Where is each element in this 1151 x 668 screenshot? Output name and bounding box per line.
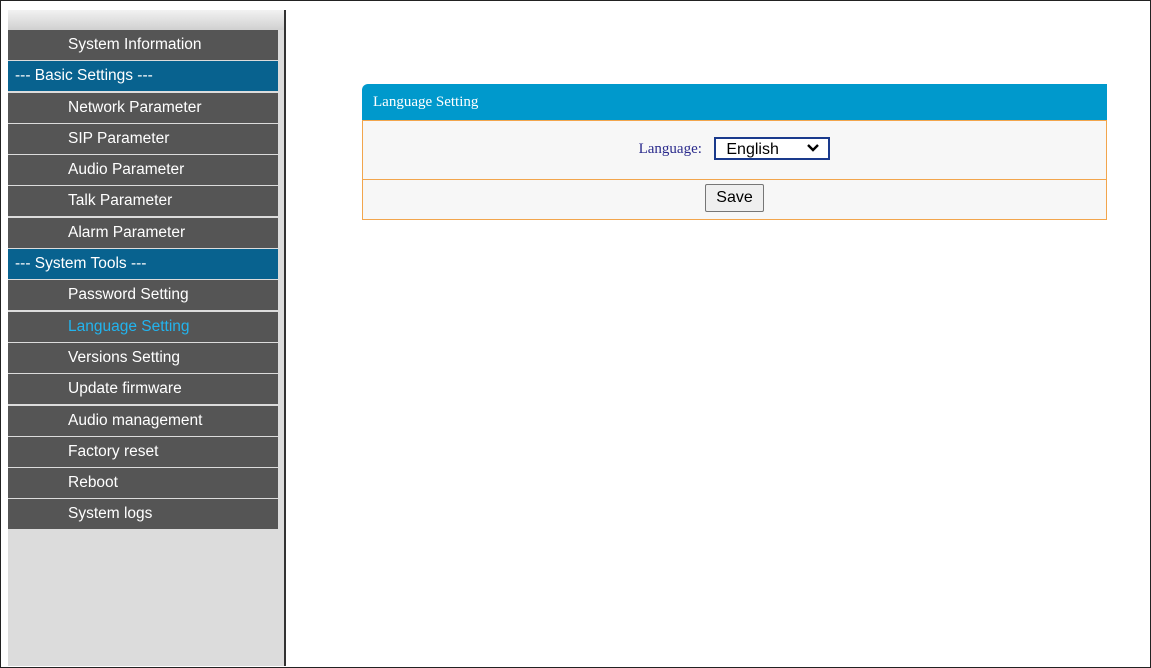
language-row: Language: English (362, 120, 1107, 180)
sidebar-item-factory-reset[interactable]: Factory reset (8, 436, 278, 467)
sidebar-header-basic-settings: --- Basic Settings --- (8, 61, 278, 92)
sidebar-item-update-firmware[interactable]: Update firmware (8, 374, 278, 405)
language-select-value: English (726, 141, 779, 159)
sidebar-item-network-parameter[interactable]: Network Parameter (8, 92, 278, 123)
language-select[interactable]: English (714, 137, 831, 161)
sidebar-item-system-information[interactable]: System Information (8, 30, 278, 60)
sidebar-item-sip-parameter[interactable]: SIP Parameter (8, 123, 278, 154)
sidebar-menu: System Information --- Basic Settings --… (8, 30, 278, 530)
sidebar-item-audio-parameter[interactable]: Audio Parameter (8, 155, 278, 186)
sidebar-item-reboot[interactable]: Reboot (8, 468, 278, 499)
sidebar-item-audio-management[interactable]: Audio management (8, 405, 278, 436)
save-row: Save (362, 180, 1107, 220)
chevron-down-icon (807, 144, 820, 152)
sidebar-item-talk-parameter[interactable]: Talk Parameter (8, 186, 278, 217)
language-label: Language: (638, 141, 702, 157)
panel-title: Language Setting (362, 84, 1107, 120)
sidebar-item-password-setting[interactable]: Password Setting (8, 280, 278, 311)
sidebar-item-language-setting[interactable]: Language Setting (8, 311, 278, 342)
sidebar-item-system-logs[interactable]: System logs (8, 499, 278, 530)
sidebar-top-bar (8, 10, 284, 30)
language-setting-panel: Language Setting Language: English Save (362, 84, 1107, 220)
save-button[interactable]: Save (705, 183, 764, 212)
sidebar: System Information --- Basic Settings --… (8, 10, 286, 666)
sidebar-item-versions-setting[interactable]: Versions Setting (8, 342, 278, 373)
sidebar-item-alarm-parameter[interactable]: Alarm Parameter (8, 217, 278, 248)
sidebar-header-system-tools: --- System Tools --- (8, 249, 278, 280)
